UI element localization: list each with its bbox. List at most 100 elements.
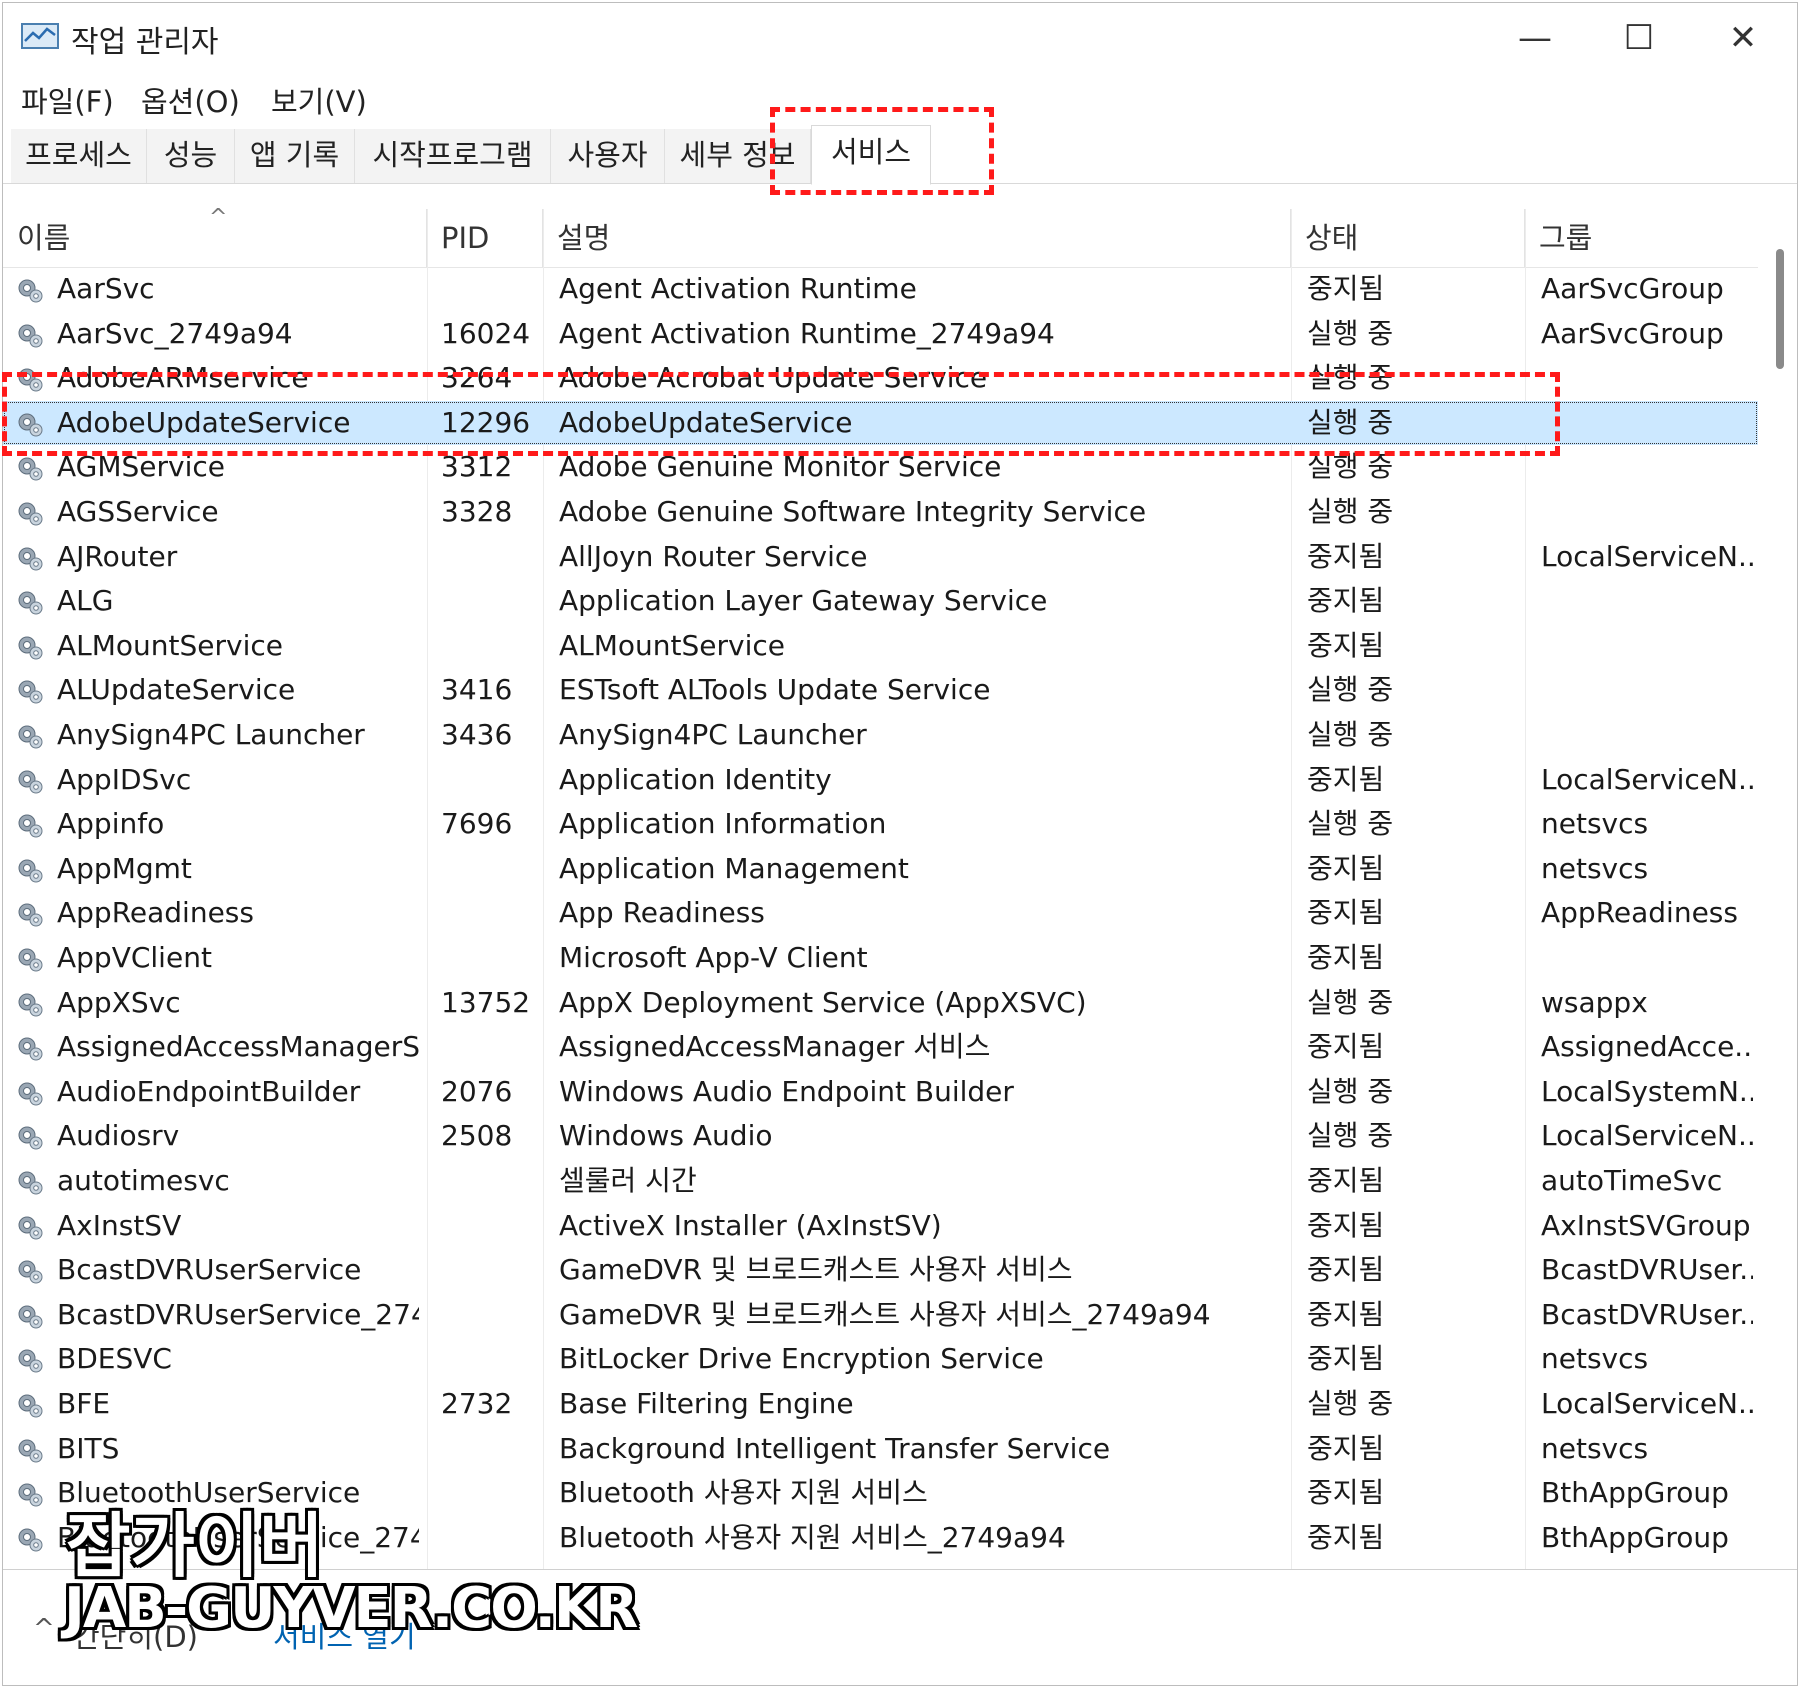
service-status: 중지됨 [1307,941,1385,974]
service-row[interactable]: AppVClient Microsoft App-V Client 중지됨 [3,936,1758,980]
service-row[interactable]: AssignedAccessManagerSvc AssignedAccessMa… [3,1025,1758,1069]
service-gear-icon [15,855,45,885]
service-group: wsappx [1541,985,1648,1019]
tab-users[interactable]: 사용자 [551,129,665,183]
service-row[interactable]: AppIDSvc Application Identity 중지됨 LocalServ… [3,758,1758,802]
tab-app-history[interactable]: 앱 기록 [235,129,355,183]
minimize-icon: — [1518,18,1552,58]
service-name: AppXSvc [57,985,181,1019]
menu-file[interactable]: 파일(F) [21,79,114,121]
service-row[interactable]: BDESVC BitLocker Drive Encryption Service… [3,1337,1758,1381]
service-row[interactable]: Appinfo 7696 Application Information 실행 중 ne… [3,802,1758,846]
service-status: 중지됨 [1307,1431,1385,1465]
service-group: BthAppGroup [1541,1520,1729,1554]
service-row[interactable]: ALUpdateService 3416 ESTsoft ALTools Updat… [3,668,1758,712]
service-name: AGSService [57,495,219,528]
service-name: Audiosrv [57,1119,180,1153]
tab-processes[interactable]: 프로세스 [11,129,147,183]
service-status: 중지됨 [1307,1342,1385,1376]
service-name: autotimesvc [57,1164,230,1197]
service-name: AppIDSvc [57,762,192,796]
service-row[interactable]: BITS Background Intelligent Transfer Serv… [3,1427,1758,1471]
service-gear-icon [15,899,45,929]
service-row[interactable]: AarSvc Agent Activation Runtime 중지됨 AarSvcG… [3,267,1758,311]
service-gear-icon [15,1390,45,1420]
scrollbar-thumb[interactable] [1776,249,1784,369]
service-status: 실행 중 [1307,807,1394,841]
service-description: Base Filtering Engine [559,1387,854,1420]
column-header-pid[interactable]: PID [427,209,543,267]
service-description: Agent Activation Runtime_2749a94 [559,316,1055,350]
service-name: BFE [57,1387,111,1420]
column-header-name[interactable]: 이름 [3,209,427,267]
service-gear-icon [15,320,45,350]
service-row[interactable]: AxInstSV ActiveX Installer (AxInstSV) 중지됨 A… [3,1204,1758,1248]
service-row[interactable]: BcastDVRUserService_274... GameDVR 및 브로드캐… [3,1293,1758,1337]
service-pid: 3436 [441,718,513,751]
tab-startup[interactable]: 시작프로그램 [355,129,551,183]
service-group: AxInstSVGroup [1541,1208,1751,1242]
service-group: BcastDVRUser... [1541,1297,1753,1331]
service-row[interactable]: ALMountService ALMountService 중지됨 [3,624,1758,668]
service-gear-icon [15,1033,45,1063]
service-description: Windows Audio Endpoint Builder [559,1074,1014,1108]
service-gear-icon [15,1524,45,1554]
service-row[interactable]: AudioEndpointBuilder 2076 Windows Audio En… [3,1070,1758,1114]
service-group [1541,579,1753,623]
service-description: AssignedAccessManager 서비스 [559,1030,991,1064]
tab-performance[interactable]: 성능 [147,129,235,183]
column-header-status[interactable]: 상태 [1291,209,1525,267]
menu-view[interactable]: 보기(V) [271,79,367,121]
service-name: ALUpdateService [57,673,296,707]
close-button[interactable]: ✕ [1697,11,1789,65]
service-pid: 2508 [441,1119,513,1153]
service-group: AarSvcGroup [1541,272,1724,305]
column-header-group[interactable]: 그룹 [1525,209,1758,267]
service-name: AudioEndpointBuilder [57,1074,361,1108]
service-status: 중지됨 [1307,896,1385,930]
service-group [1541,713,1753,757]
service-status: 중지됨 [1307,1030,1385,1064]
service-name: AppMgmt [57,851,192,885]
service-gear-icon [15,810,45,840]
service-pid [441,267,537,311]
maximize-button[interactable]: ☐ [1593,11,1685,65]
menu-options[interactable]: 옵션(O) [141,79,240,121]
service-description: Bluetooth 사용자 지원 서비스_2749a94 [559,1520,1066,1554]
service-description: Application Identity [559,762,832,796]
service-status: 실행 중 [1307,495,1394,528]
service-row[interactable]: BcastDVRUserService GameDVR 및 브로드캐스트 사용자 … [3,1248,1758,1292]
service-row[interactable]: Audiosrv 2508 Windows Audio 실행 중 LocalServic… [3,1114,1758,1158]
service-gear-icon [15,632,45,662]
service-name: ALMountService [57,628,283,662]
service-row[interactable]: AnySign4PC Launcher 3436 AnySign4PC Launch… [3,713,1758,757]
service-status: 실행 중 [1307,1074,1394,1108]
vertical-scrollbar[interactable] [1771,209,1793,1569]
service-row[interactable]: autotimesvc 셀룰러 시간 중지됨 autoTimeSvc [3,1159,1758,1203]
service-pid [441,1025,537,1069]
service-description: Application Layer Gateway Service [559,584,1048,618]
service-pid [441,579,537,623]
service-gear-icon [15,721,45,751]
service-pid: 3416 [441,673,513,707]
service-row[interactable]: AJRouter AllJoyn Router Service 중지됨 LocalSe… [3,535,1758,579]
service-row[interactable]: AGSService 3328 Adobe Genuine Software Int… [3,490,1758,534]
service-name: AppReadiness [57,896,254,930]
service-row[interactable]: BFE 2732 Base Filtering Engine 실행 중 LocalSer… [3,1382,1758,1426]
column-header-description[interactable]: 설명 [543,209,1291,267]
service-row[interactable]: AppReadiness App Readiness 중지됨 AppReadiness [3,891,1758,935]
service-row[interactable]: AppXSvc 13752 AppX Deployment Service (App… [3,981,1758,1025]
minimize-button[interactable]: — [1489,11,1581,65]
service-row[interactable]: AarSvc_2749a94 16024 Agent Activation Runt… [3,312,1758,356]
service-name: AxInstSV [57,1208,182,1242]
service-pid [441,1248,537,1292]
service-row[interactable]: ALG Application Layer Gateway Service 중지됨 [3,579,1758,623]
service-gear-icon [15,944,45,974]
service-description: AppX Deployment Service (AppXSVC) [559,985,1087,1019]
service-pid [441,936,537,980]
service-row[interactable]: AppMgmt Application Management 중지됨 netsvcs [3,847,1758,891]
service-group [1541,490,1753,534]
service-pid [441,1204,537,1248]
service-status: 실행 중 [1307,985,1394,1019]
service-description: 셀룰러 시간 [559,1164,697,1197]
